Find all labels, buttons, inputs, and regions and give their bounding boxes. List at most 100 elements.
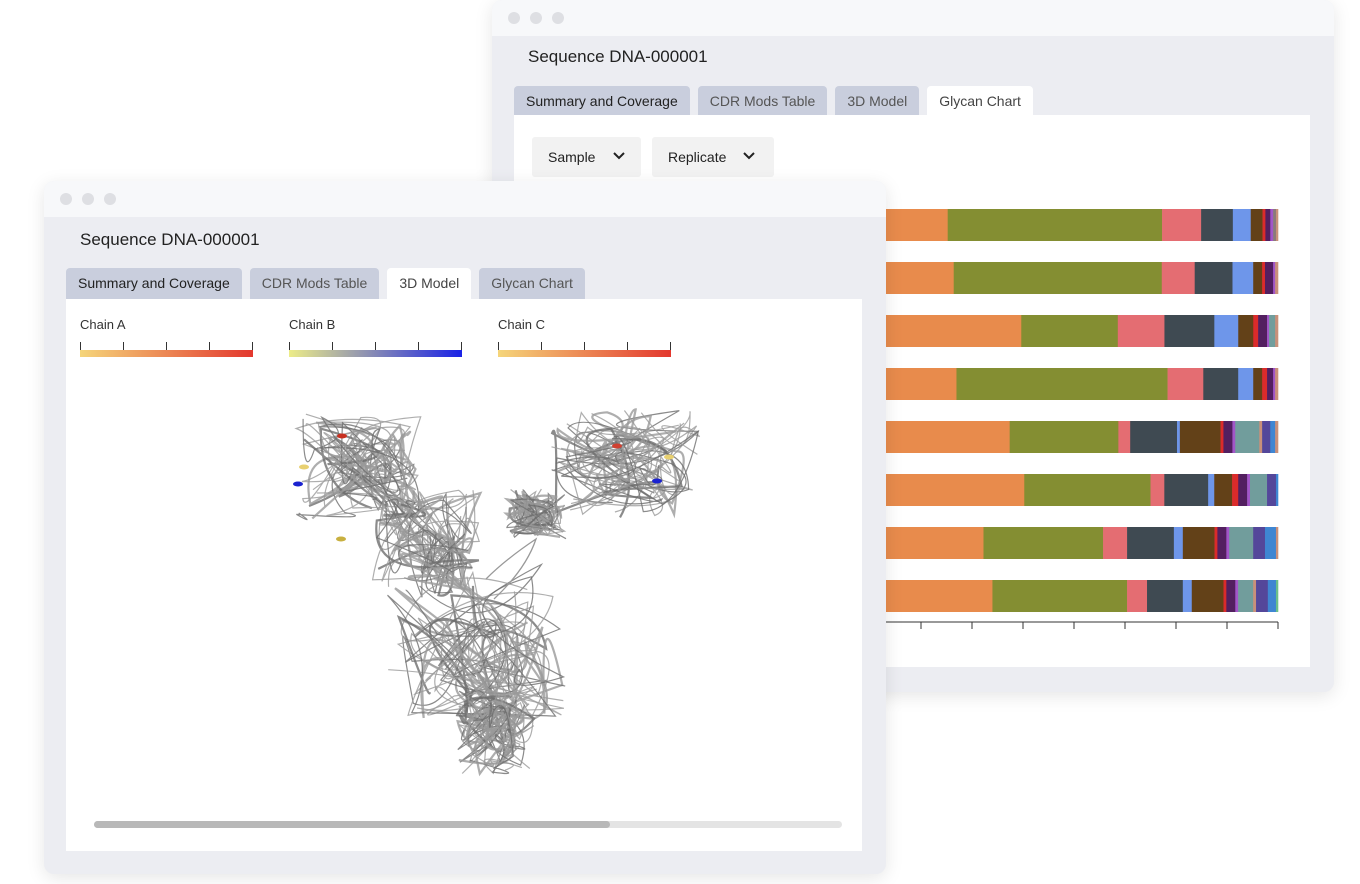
bar-segment-indigo[interactable] <box>1262 421 1271 453</box>
bar-segment-teal[interactable] <box>1238 580 1254 612</box>
bar-segment-orange[interactable] <box>870 527 984 559</box>
bar-segment-violet[interactable] <box>1273 262 1276 294</box>
bar-segment-brown[interactable] <box>1253 262 1263 294</box>
bar-segment-teal[interactable] <box>1249 474 1268 506</box>
bar-segment-teal[interactable] <box>1269 315 1276 347</box>
window-minimize-dot[interactable] <box>530 12 542 24</box>
bar-segment-purple[interactable] <box>1238 474 1248 506</box>
bar-segment-dark[interactable] <box>1164 474 1209 506</box>
bar-segment-pink[interactable] <box>1118 421 1131 453</box>
horizontal-scrollbar[interactable] <box>94 821 842 828</box>
protein-3d-model[interactable] <box>66 299 862 799</box>
bar-segment-blue[interactable] <box>1232 209 1252 241</box>
bar-segment-azure[interactable] <box>1270 421 1276 453</box>
bar-segment-dark[interactable] <box>1203 368 1239 400</box>
bar-segment-olive[interactable] <box>1024 474 1151 506</box>
window-maximize-dot[interactable] <box>552 12 564 24</box>
bar-segment-red[interactable] <box>1262 368 1268 400</box>
bar-segment-pink[interactable] <box>1103 527 1128 559</box>
bar-segment-violet[interactable] <box>1247 474 1251 506</box>
bar-segment-pink[interactable] <box>1127 580 1148 612</box>
tab-glycan-chart[interactable]: Glycan Chart <box>927 86 1033 117</box>
bar-segment-red[interactable] <box>1262 262 1266 294</box>
bar-segment-orange[interactable] <box>870 474 1025 506</box>
tab-3d-model[interactable]: 3D Model <box>835 86 920 117</box>
bar-segment-tan[interactable] <box>1275 315 1279 347</box>
bar-segment-brown[interactable] <box>1214 474 1233 506</box>
bar-segment-brown[interactable] <box>1238 315 1254 347</box>
bar-segment-orange[interactable] <box>870 315 1022 347</box>
bar-segment-green[interactable] <box>1275 580 1279 612</box>
bar-segment-dark[interactable] <box>1130 421 1178 453</box>
bar-segment-red[interactable] <box>1214 527 1218 559</box>
bar-segment-dark[interactable] <box>1201 209 1234 241</box>
bar-segment-olive[interactable] <box>1021 315 1119 347</box>
bar-segment-azure[interactable] <box>1275 474 1279 506</box>
bar-segment-blue[interactable] <box>1182 580 1193 612</box>
bar-segment-brown[interactable] <box>1250 209 1263 241</box>
bar-segment-indigo[interactable] <box>1256 580 1269 612</box>
bar-segment-red[interactable] <box>1223 580 1227 612</box>
bar-segment-purple[interactable] <box>1264 262 1274 294</box>
bar-segment-tan[interactable] <box>1259 421 1263 453</box>
bar-segment-orange[interactable] <box>870 421 1010 453</box>
scrollbar-thumb[interactable] <box>94 821 611 828</box>
bar-segment-blue[interactable] <box>1238 368 1254 400</box>
bar-segment-grey[interactable] <box>1273 209 1277 241</box>
bar-segment-olive[interactable] <box>947 209 1163 241</box>
bar-segment-dark[interactable] <box>1127 527 1175 559</box>
bar-segment-violet[interactable] <box>1273 368 1276 400</box>
bar-segment-purple[interactable] <box>1267 368 1274 400</box>
bar-segment-violet[interactable] <box>1267 315 1270 347</box>
bar-segment-violet[interactable] <box>1270 209 1274 241</box>
bar-segment-blue[interactable] <box>1232 262 1254 294</box>
bar-segment-teal[interactable] <box>1235 421 1260 453</box>
bar-segment-blue[interactable] <box>1173 527 1184 559</box>
window-close-dot[interactable] <box>508 12 520 24</box>
bar-segment-dark[interactable] <box>1147 580 1184 612</box>
tab-summary-coverage[interactable]: Summary and Coverage <box>66 268 242 299</box>
tab-glycan-chart[interactable]: Glycan Chart <box>479 268 585 299</box>
bar-segment-blue[interactable] <box>1208 474 1215 506</box>
tab-3d-model[interactable]: 3D Model <box>387 268 472 299</box>
bar-segment-tan[interactable] <box>1275 368 1279 400</box>
bar-segment-pink[interactable] <box>1150 474 1165 506</box>
bar-segment-dark[interactable] <box>1194 262 1233 294</box>
bar-segment-dark[interactable] <box>1164 315 1215 347</box>
bar-segment-blue[interactable] <box>1177 421 1181 453</box>
bar-segment-violet[interactable] <box>1232 421 1236 453</box>
tab-cdr-mods-table[interactable]: CDR Mods Table <box>249 268 380 299</box>
bar-segment-azure[interactable] <box>1267 580 1277 612</box>
bar-segment-teal[interactable] <box>1229 527 1254 559</box>
bar-segment-azure[interactable] <box>1264 527 1277 559</box>
bar-segment-tan[interactable] <box>1253 580 1257 612</box>
window-minimize-dot[interactable] <box>82 193 94 205</box>
bar-segment-violet[interactable] <box>1226 527 1230 559</box>
bar-segment-tan[interactable] <box>1275 421 1279 453</box>
bar-segment-purple[interactable] <box>1258 315 1268 347</box>
bar-segment-violet[interactable] <box>1235 580 1239 612</box>
window-close-dot[interactable] <box>60 193 72 205</box>
bar-segment-olive[interactable] <box>1009 421 1119 453</box>
bar-segment-pink[interactable] <box>1117 315 1165 347</box>
bar-segment-red[interactable] <box>1220 421 1224 453</box>
bar-segment-tan[interactable] <box>1275 527 1279 559</box>
bar-segment-tan[interactable] <box>1275 262 1279 294</box>
bar-segment-brown[interactable] <box>1182 527 1215 559</box>
bar-segment-red[interactable] <box>1262 209 1266 241</box>
bar-segment-olive[interactable] <box>992 580 1128 612</box>
bar-segment-purple[interactable] <box>1223 421 1233 453</box>
bar-segment-red[interactable] <box>1253 315 1259 347</box>
tab-cdr-mods-table[interactable]: CDR Mods Table <box>697 86 828 117</box>
tab-summary-coverage[interactable]: Summary and Coverage <box>514 86 690 117</box>
window-maximize-dot[interactable] <box>104 193 116 205</box>
bar-segment-pink[interactable] <box>1161 262 1195 294</box>
bar-segment-olive[interactable] <box>956 368 1168 400</box>
bar-segment-purple[interactable] <box>1217 527 1227 559</box>
bar-segment-indigo[interactable] <box>1267 474 1277 506</box>
bar-segment-pink[interactable] <box>1167 368 1204 400</box>
bar-segment-brown[interactable] <box>1191 580 1224 612</box>
bar-segment-orange[interactable] <box>870 580 993 612</box>
bar-segment-olive[interactable] <box>953 262 1163 294</box>
bar-segment-indigo[interactable] <box>1253 527 1266 559</box>
